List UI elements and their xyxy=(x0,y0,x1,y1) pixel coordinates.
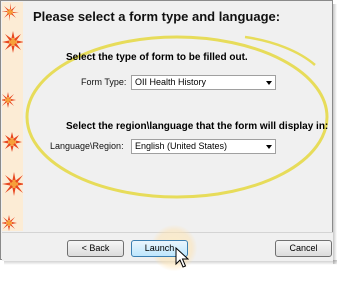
form-type-section-label: Select the type of form to be filled out… xyxy=(66,52,248,63)
flower-decoration-icon xyxy=(2,3,23,231)
language-region-select[interactable]: English (United States) xyxy=(131,139,276,154)
mouse-pointer-icon xyxy=(175,247,189,268)
window-shadow-right xyxy=(333,4,337,264)
decorative-side-panel xyxy=(2,2,23,231)
form-selection-dialog: Please select a form type and language: … xyxy=(0,0,333,261)
language-region-value: English (United States) xyxy=(135,141,228,151)
chevron-down-icon xyxy=(266,145,272,149)
form-type-value: OII Health History xyxy=(135,77,207,87)
language-region-label: Language\Region: xyxy=(50,141,124,151)
form-type-label: Form Type: xyxy=(81,77,127,87)
cancel-button[interactable]: Cancel xyxy=(275,240,332,257)
language-section-label: Select the region\language that the form… xyxy=(66,121,329,132)
dialog-heading: Please select a form type and language: xyxy=(33,9,281,24)
chevron-down-icon xyxy=(266,81,272,85)
back-button[interactable]: < Back xyxy=(67,240,124,257)
form-type-select[interactable]: OII Health History xyxy=(131,75,276,90)
